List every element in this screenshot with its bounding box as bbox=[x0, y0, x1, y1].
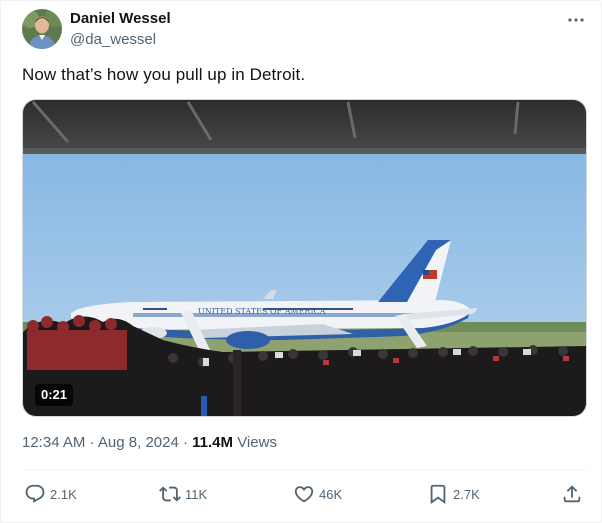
tweet-time[interactable]: 12:34 AM bbox=[22, 434, 85, 451]
aircraft-lettering: UNITED STATES OF AMERICA bbox=[198, 307, 326, 316]
video-duration-badge: 0:21 bbox=[35, 384, 74, 406]
like-count: 46K bbox=[319, 486, 343, 502]
like-button[interactable]: 46K bbox=[293, 481, 342, 507]
action-bar: 2.1K 11K 46K 2.7K bbox=[22, 481, 587, 507]
tweet-text: Now that’s how you pull up in Detroit. bbox=[22, 65, 306, 84]
video-player[interactable]: UNITED STATES OF AMERICA 0:21 bbox=[22, 99, 587, 417]
repost-icon bbox=[159, 486, 181, 502]
divider bbox=[22, 469, 587, 470]
author-handle[interactable]: @da_wessel bbox=[70, 31, 156, 48]
bookmark-count: 2.7K bbox=[453, 486, 480, 502]
more-icon[interactable] bbox=[564, 9, 588, 31]
bookmark-button[interactable]: 2.7K bbox=[427, 481, 480, 507]
like-icon bbox=[294, 486, 314, 503]
views-label: Views bbox=[237, 434, 277, 451]
repost-count: 11K bbox=[185, 486, 208, 502]
repost-button[interactable]: 11K bbox=[159, 481, 207, 507]
share-icon bbox=[563, 485, 581, 503]
reply-button[interactable]: 2.1K bbox=[24, 481, 77, 507]
reply-count: 2.1K bbox=[50, 486, 77, 502]
meta-separator: · bbox=[89, 434, 95, 451]
bookmark-icon bbox=[430, 484, 446, 505]
reply-icon bbox=[25, 484, 45, 503]
author-name[interactable]: Daniel Wessel bbox=[70, 10, 171, 27]
views-count: 11.4M bbox=[192, 434, 234, 451]
avatar[interactable] bbox=[22, 9, 62, 49]
tweet-meta: 12:34 AM · Aug 8, 2024 · 11.4M Views bbox=[22, 434, 277, 451]
video-frame: UNITED STATES OF AMERICA bbox=[23, 100, 586, 416]
share-button[interactable] bbox=[561, 481, 583, 507]
tweet-card: Daniel Wessel @da_wessel Now that’s how … bbox=[0, 0, 602, 523]
tweet-date[interactable]: Aug 8, 2024 bbox=[98, 434, 179, 451]
meta-separator: · bbox=[182, 434, 188, 451]
